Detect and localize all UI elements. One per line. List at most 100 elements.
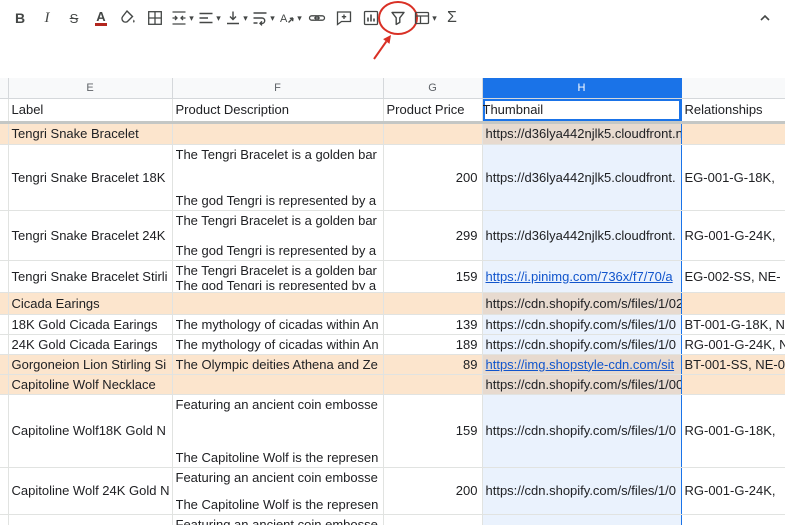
merge-cells-button[interactable]: ▾ xyxy=(170,5,194,31)
cell-relationships[interactable]: RG-001-G-24K, N xyxy=(681,334,785,355)
insert-chart-button[interactable] xyxy=(359,5,383,31)
cell-label[interactable]: Tengri Snake Bracelet 18K xyxy=(8,144,173,211)
cell-relationships[interactable]: EG-001-G-18K, xyxy=(681,144,785,211)
cell-price[interactable] xyxy=(383,122,483,145)
header-description[interactable]: Product Description xyxy=(172,98,384,124)
thumbnail-link[interactable]: https://i.pinimg.com/736x/f7/70/a xyxy=(483,269,680,284)
fill-color-button[interactable] xyxy=(116,5,140,31)
cell-edge[interactable] xyxy=(0,334,9,355)
insert-link-button[interactable] xyxy=(305,5,329,31)
cell-thumbnail[interactable]: https://cdn.shopify.com/s/files/1/0 xyxy=(481,467,682,515)
strikethrough-button[interactable]: S xyxy=(62,5,86,31)
cell-description[interactable]: Featuring an ancient coin embosse The Cap… xyxy=(172,394,384,468)
text-color-button[interactable]: A xyxy=(89,5,113,31)
functions-button[interactable]: Σ xyxy=(440,5,464,31)
cell-relationships[interactable]: RG-001-G-18K, xyxy=(681,394,785,468)
text-wrap-button[interactable]: ▾ xyxy=(251,5,275,31)
thumbnail-link[interactable]: https://img.shopstyle-cdn.com/sit xyxy=(483,357,680,372)
column-header-G[interactable]: G xyxy=(383,78,483,99)
cell-price[interactable]: 299 xyxy=(383,210,483,261)
cell-edge[interactable] xyxy=(0,98,9,124)
cell-thumbnail[interactable]: https://cdn.shopify.com/s/files/1/0282/3… xyxy=(481,292,682,315)
cell-label[interactable]: 24K Gold Cicada Earings xyxy=(8,334,173,355)
cell-description[interactable] xyxy=(172,292,384,315)
cell-edge[interactable] xyxy=(0,292,9,315)
cell-thumbnail[interactable]: https://d36lya442njlk5.cloudfront. xyxy=(481,144,682,211)
filter-views-dropdown-icon[interactable]: ▾ xyxy=(432,13,437,24)
cell-description[interactable]: The mythology of cicadas within An xyxy=(172,314,384,335)
cell-edge[interactable] xyxy=(0,467,9,515)
cell-thumbnail[interactable]: https://cdn.shopify.com/s/files/1/0052/5… xyxy=(481,374,682,395)
cell-price[interactable]: 89 xyxy=(383,354,483,375)
cell-label[interactable]: Gorgoneion Lion Stirling Si xyxy=(8,354,173,375)
cell-price[interactable]: 139 xyxy=(383,314,483,335)
cell-price[interactable]: 159 xyxy=(383,260,483,293)
cell-thumbnail[interactable]: https://cdn.shopify.com/s/files/1/0 xyxy=(481,394,682,468)
header-thumbnail[interactable]: Thumbnail xyxy=(481,98,682,124)
cell-label[interactable] xyxy=(8,514,173,525)
bold-button[interactable]: B xyxy=(8,5,32,31)
cell-relationships[interactable]: BT-001-SS, NE-0 xyxy=(681,354,785,375)
cell-price[interactable] xyxy=(383,374,483,395)
cell-description[interactable] xyxy=(172,374,384,395)
cell-description[interactable]: The mythology of cicadas within An xyxy=(172,334,384,355)
cell-price[interactable]: 200 xyxy=(383,467,483,515)
cell-label[interactable]: Capitoline Wolf 24K Gold N xyxy=(8,467,173,515)
cell-relationships[interactable] xyxy=(681,374,785,395)
cell-price[interactable]: 159 xyxy=(383,394,483,468)
cell-edge[interactable] xyxy=(0,394,9,468)
horizontal-align-button[interactable]: ▾ xyxy=(197,5,221,31)
column-header-I[interactable] xyxy=(681,78,785,99)
filter-views-button[interactable]: ▾ xyxy=(413,5,437,31)
cell-price[interactable] xyxy=(383,514,483,525)
merge-cells-dropdown-icon[interactable]: ▾ xyxy=(189,13,194,24)
horizontal-align-dropdown-icon[interactable]: ▾ xyxy=(216,13,221,24)
cell-price[interactable] xyxy=(383,292,483,315)
cell-thumbnail[interactable]: https://d36lya442njlk5.cloudfront. xyxy=(481,210,682,261)
cell-description[interactable]: The Tengri Bracelet is a golden bar The g… xyxy=(172,210,384,261)
cell-relationships[interactable]: BT-001-G-18K, N xyxy=(681,314,785,335)
column-header-E[interactable]: E xyxy=(8,78,173,99)
cell-relationships[interactable]: EG-002-SS, NE- xyxy=(681,260,785,293)
cell-edge[interactable] xyxy=(0,514,9,525)
cell-relationships[interactable]: RG-001-G-24K, xyxy=(681,467,785,515)
cell-label[interactable]: Tengri Snake Bracelet Stirli xyxy=(8,260,173,293)
cell-label[interactable]: Tengri Snake Bracelet 24K xyxy=(8,210,173,261)
collapse-toolbar-button[interactable] xyxy=(753,5,777,31)
cell-edge[interactable] xyxy=(0,122,9,145)
cell-edge[interactable] xyxy=(0,374,9,395)
cell-edge[interactable] xyxy=(0,144,9,211)
vertical-align-button[interactable]: ▾ xyxy=(224,5,248,31)
cell-thumbnail[interactable]: https://img.shopstyle-cdn.com/sit xyxy=(481,354,682,375)
cell-relationships[interactable] xyxy=(681,122,785,145)
cell-price[interactable]: 200 xyxy=(383,144,483,211)
cell-label[interactable]: Cicada Earings xyxy=(8,292,173,315)
cell-label[interactable]: Capitoline Wolf Necklace xyxy=(8,374,173,395)
cell-description[interactable]: The Tengri Bracelet is a golden bar The g… xyxy=(172,144,384,211)
cell-description[interactable]: The Olympic deities Athena and Ze xyxy=(172,354,384,375)
cell-description[interactable] xyxy=(172,122,384,145)
cell-thumbnail[interactable] xyxy=(481,514,682,525)
cell-label[interactable]: 18K Gold Cicada Earings xyxy=(8,314,173,335)
cell-thumbnail[interactable]: https://cdn.shopify.com/s/files/1/0 xyxy=(481,314,682,335)
header-relationships[interactable]: Relationships xyxy=(681,98,785,124)
column-header-F[interactable]: F xyxy=(172,78,384,99)
cell-edge[interactable] xyxy=(0,314,9,335)
cell-edge[interactable] xyxy=(0,210,9,261)
cell-edge[interactable] xyxy=(0,354,9,375)
text-wrap-dropdown-icon[interactable]: ▾ xyxy=(270,13,275,24)
column-header-H-selected[interactable]: H xyxy=(481,78,682,99)
create-filter-button[interactable] xyxy=(373,1,418,60)
cell-description[interactable]: Featuring an ancient coin embosse xyxy=(172,514,384,525)
cell-label[interactable]: Capitoline Wolf18K Gold N xyxy=(8,394,173,468)
cell-description[interactable]: Featuring an ancient coin embosse The Cap… xyxy=(172,467,384,515)
cell-thumbnail[interactable]: https://d36lya442njlk5.cloudfront.net/ca… xyxy=(481,122,682,145)
text-rotation-button[interactable]: A ▾ xyxy=(278,5,302,31)
cell-label[interactable]: Tengri Snake Bracelet xyxy=(8,122,173,145)
cell-description[interactable]: The Tengri Bracelet is a golden bar The g… xyxy=(172,260,384,293)
insert-comment-button[interactable] xyxy=(332,5,356,31)
cell-thumbnail[interactable]: https://cdn.shopify.com/s/files/1/0 xyxy=(481,334,682,355)
cell-edge[interactable] xyxy=(0,260,9,293)
vertical-align-dropdown-icon[interactable]: ▾ xyxy=(243,13,248,24)
cell-thumbnail[interactable]: https://i.pinimg.com/736x/f7/70/a xyxy=(481,260,682,293)
